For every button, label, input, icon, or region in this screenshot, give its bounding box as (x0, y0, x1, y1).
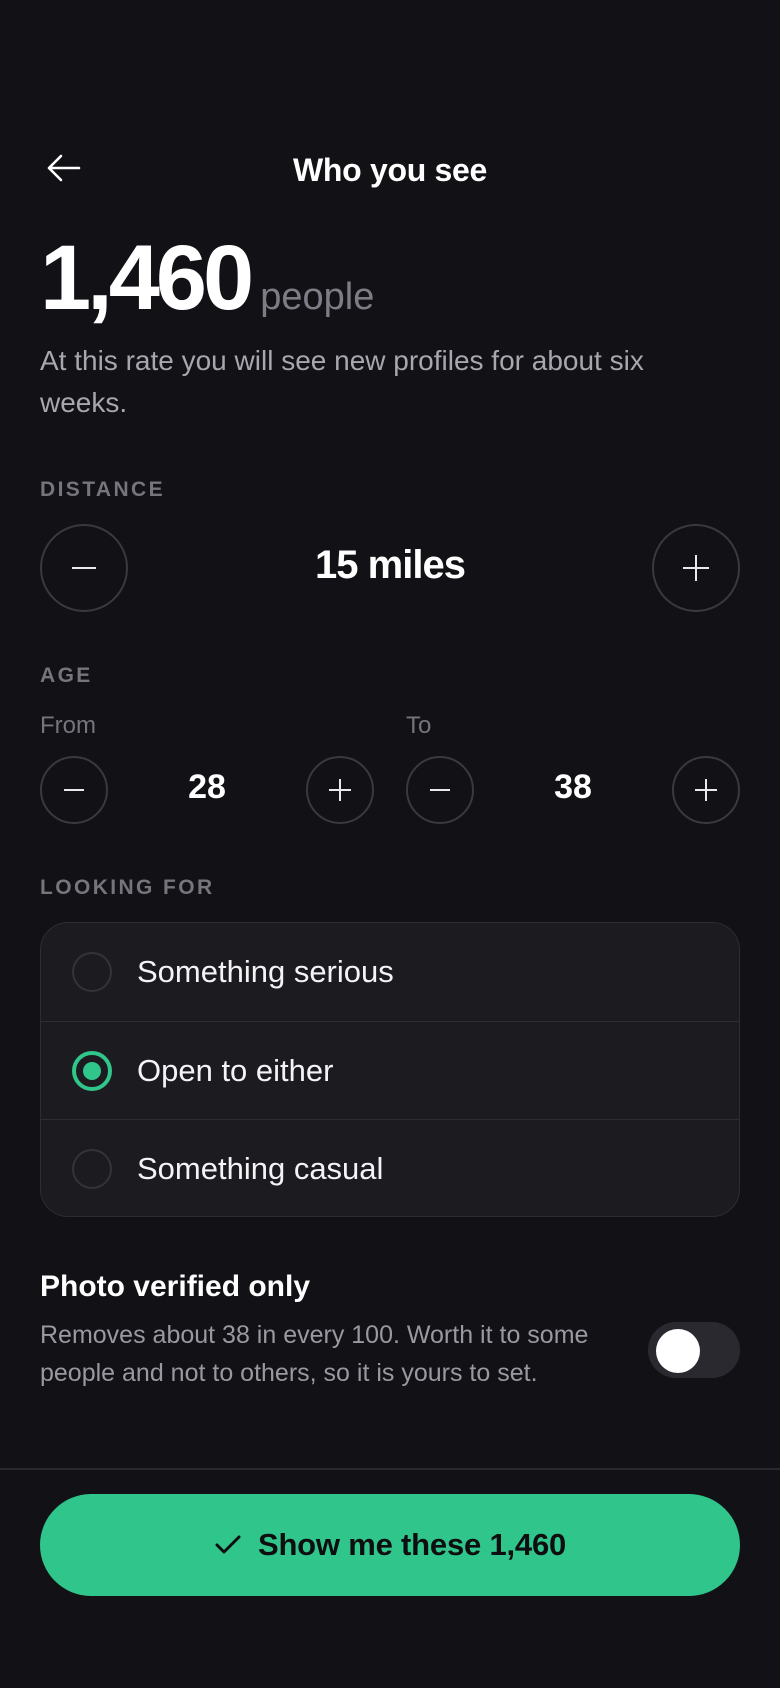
age-to-value: 38 (554, 768, 592, 806)
radio-button[interactable] (72, 1148, 112, 1189)
plus-icon (329, 779, 351, 801)
check-icon (214, 1534, 242, 1556)
radio-button-selected[interactable] (72, 1050, 112, 1091)
photo-verified-title: Photo verified only (40, 1270, 311, 1303)
plus-icon (683, 555, 709, 581)
distance-decrease-button[interactable] (40, 524, 128, 612)
people-count-unit: people (260, 276, 375, 318)
rate-description: At this rate you will see new profiles f… (40, 345, 644, 418)
radio-button[interactable] (72, 952, 112, 992)
age-section-label: AGE (40, 664, 93, 687)
photo-verified-toggle[interactable] (648, 1322, 740, 1378)
option-label: Something casual (137, 1150, 384, 1186)
toggle-knob (656, 1329, 700, 1373)
age-to-label: To (406, 712, 432, 739)
distance-section-label: DISTANCE (40, 478, 165, 501)
show-results-label: Show me these 1,460 (257, 1527, 567, 1562)
age-to-increase-button[interactable] (672, 756, 740, 824)
footer-divider (0, 1468, 780, 1470)
option-open-to-either[interactable]: Open to either (41, 1021, 739, 1119)
option-label: Open to either (137, 1052, 334, 1088)
minus-icon (64, 780, 84, 800)
age-to-decrease-button[interactable] (406, 756, 474, 824)
distance-increase-button[interactable] (652, 524, 740, 612)
age-from-decrease-button[interactable] (40, 756, 108, 824)
looking-for-section-label: LOOKING FOR (40, 876, 215, 899)
option-something-casual[interactable]: Something casual (41, 1119, 739, 1216)
age-from-increase-button[interactable] (306, 756, 374, 824)
photo-verified-description: Removes about 38 in every 100. Worth it … (40, 1321, 589, 1387)
who-you-see-screen: Who you see 1,460 people At this rate yo… (0, 0, 780, 1688)
looking-for-options: Something serious Open to either Somethi… (40, 922, 740, 1217)
option-label: Something serious (137, 954, 394, 989)
age-from-value: 28 (188, 768, 226, 806)
minus-icon (72, 556, 96, 580)
people-count: 1,460 people (40, 232, 374, 324)
people-count-number: 1,460 (40, 227, 254, 329)
distance-value: 15 miles (315, 543, 466, 587)
page-title: Who you see (292, 152, 488, 188)
show-results-button[interactable]: Show me these 1,460 (40, 1494, 740, 1596)
age-from-label: From (40, 712, 96, 739)
header: Who you see (0, 140, 780, 200)
minus-icon (430, 780, 450, 800)
plus-icon (695, 779, 717, 801)
option-something-serious[interactable]: Something serious (41, 923, 739, 1021)
